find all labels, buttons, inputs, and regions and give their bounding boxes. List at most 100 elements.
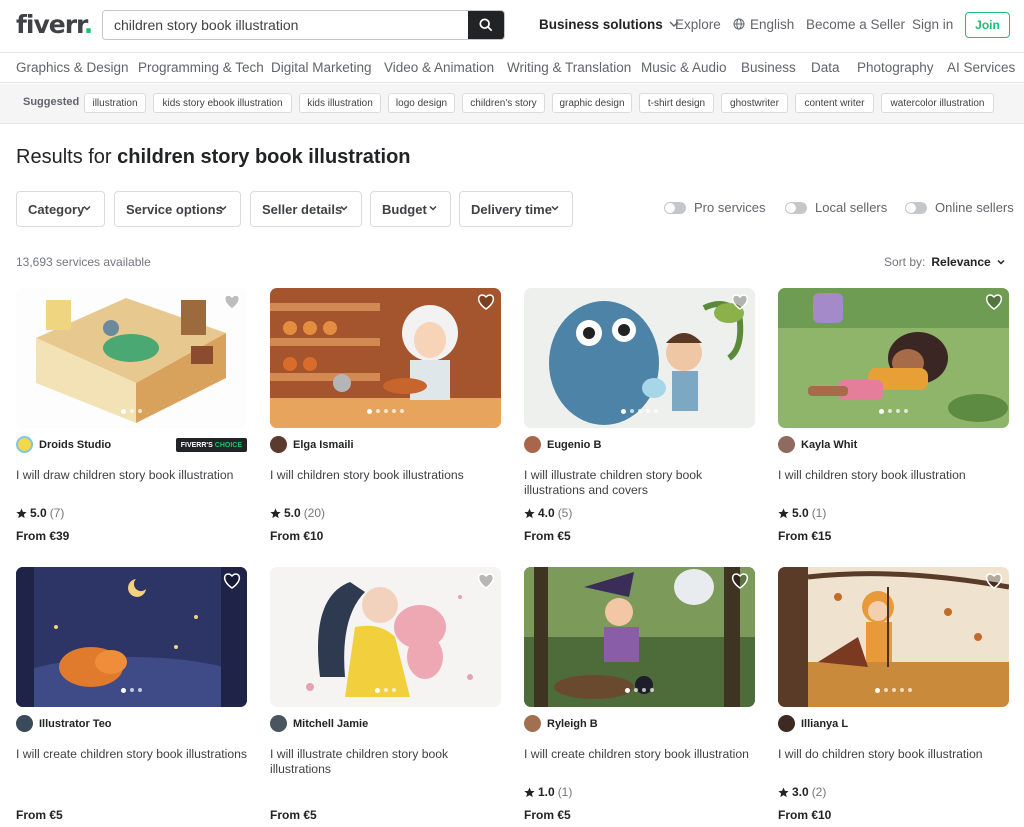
suggested-chip[interactable]: logo design bbox=[388, 93, 455, 113]
become-seller-link[interactable]: Become a Seller bbox=[806, 0, 905, 48]
gig-title[interactable]: I will children story book illustrations bbox=[270, 468, 501, 483]
category-data[interactable]: Data bbox=[811, 60, 840, 75]
suggested-chip[interactable]: graphic design bbox=[552, 93, 632, 113]
seller-info[interactable]: Elga Ismaili bbox=[270, 436, 354, 453]
suggested-chip[interactable]: watercolor illustration bbox=[881, 93, 994, 113]
suggested-chip[interactable]: illustration bbox=[84, 93, 146, 113]
category-music-audio[interactable]: Music & Audio bbox=[641, 60, 727, 75]
seller-info[interactable]: Kayla Whit bbox=[778, 436, 857, 453]
suggested-label: Suggested bbox=[23, 96, 80, 108]
category-graphics-design[interactable]: Graphics & Design bbox=[16, 60, 129, 75]
heart-icon[interactable] bbox=[985, 294, 1003, 310]
toggle-switch[interactable] bbox=[785, 201, 807, 214]
suggested-chip[interactable]: t-shirt design bbox=[639, 93, 714, 113]
avatar bbox=[778, 715, 795, 732]
filter-delivery-time[interactable]: Delivery time bbox=[459, 191, 573, 227]
avatar bbox=[778, 436, 795, 453]
gig-card[interactable]: Droids Studio FIVERR'S CHOICE I will draw… bbox=[16, 288, 247, 543]
gig-card[interactable]: Kayla Whit I will children story book il… bbox=[778, 288, 1009, 543]
toggle-pro-services[interactable]: Pro services bbox=[664, 200, 766, 215]
gig-rating: 5.0 (1) bbox=[778, 506, 826, 520]
seller-info[interactable]: Illustrator Teo bbox=[16, 715, 112, 732]
seller-info[interactable]: Illianya L bbox=[778, 715, 848, 732]
join-button[interactable]: Join bbox=[965, 12, 1010, 38]
heart-icon[interactable] bbox=[477, 294, 495, 310]
gig-image[interactable] bbox=[524, 288, 755, 428]
gig-card[interactable]: Illustrator Teo I will create children s… bbox=[16, 567, 247, 822]
gig-image[interactable] bbox=[270, 567, 501, 707]
seller-info[interactable]: Eugenio B bbox=[524, 436, 601, 453]
carousel-dots[interactable] bbox=[778, 688, 1009, 693]
seller-info[interactable]: Droids Studio bbox=[16, 436, 111, 453]
heart-icon[interactable] bbox=[731, 573, 749, 589]
carousel-dots[interactable] bbox=[524, 409, 755, 414]
gig-title[interactable]: I will children story book illustration bbox=[778, 468, 1009, 483]
gig-price: From €5 bbox=[524, 808, 571, 822]
category-programming-tech[interactable]: Programming & Tech bbox=[138, 60, 264, 75]
heart-icon[interactable] bbox=[731, 294, 749, 310]
filter-service-options[interactable]: Service options bbox=[114, 191, 241, 227]
filter-budget[interactable]: Budget bbox=[370, 191, 451, 227]
toggle-switch[interactable] bbox=[664, 201, 686, 214]
toggle-switch[interactable] bbox=[905, 201, 927, 214]
gig-image[interactable] bbox=[16, 567, 247, 707]
category-ai-services[interactable]: AI Services bbox=[947, 60, 1015, 75]
toggle-online-sellers[interactable]: Online sellers bbox=[905, 200, 1014, 215]
star-icon bbox=[524, 786, 535, 797]
suggested-chip[interactable]: children's story bbox=[462, 93, 545, 113]
category-photography[interactable]: Photography bbox=[857, 60, 934, 75]
gig-title[interactable]: I will do children story book illustrati… bbox=[778, 747, 1009, 762]
search-button[interactable] bbox=[468, 11, 504, 39]
gig-image-art bbox=[270, 567, 501, 707]
suggested-chip[interactable]: ghostwriter bbox=[721, 93, 788, 113]
category-business[interactable]: Business bbox=[741, 60, 796, 75]
gig-card[interactable]: Illianya L I will do children story book… bbox=[778, 567, 1009, 822]
gig-image-art bbox=[524, 288, 755, 428]
gig-card[interactable]: Eugenio B I will illustrate children sto… bbox=[524, 288, 755, 543]
sort-dropdown[interactable]: Sort by: Relevance bbox=[884, 255, 1006, 269]
gig-image[interactable] bbox=[778, 288, 1009, 428]
carousel-dots[interactable] bbox=[16, 688, 247, 693]
suggested-chip[interactable]: kids story ebook illustration bbox=[153, 93, 292, 113]
seller-info[interactable]: Mitchell Jamie bbox=[270, 715, 368, 732]
explore-link[interactable]: Explore bbox=[675, 0, 721, 48]
fiverr-logo[interactable]: fiverr. bbox=[16, 10, 93, 39]
seller-info[interactable]: Ryleigh B bbox=[524, 715, 598, 732]
gig-card[interactable]: Elga Ismaili I will children story book … bbox=[270, 288, 501, 543]
language-selector[interactable]: English bbox=[733, 0, 794, 48]
gig-image[interactable] bbox=[16, 288, 247, 428]
carousel-dots[interactable] bbox=[778, 409, 1009, 414]
heart-icon[interactable] bbox=[477, 573, 495, 589]
filter-seller-details[interactable]: Seller details bbox=[250, 191, 362, 227]
gig-card[interactable]: Mitchell Jamie I will illustrate childre… bbox=[270, 567, 501, 822]
gig-title[interactable]: I will draw children story book illustra… bbox=[16, 468, 247, 483]
carousel-dots[interactable] bbox=[524, 688, 755, 693]
business-solutions-menu[interactable]: Business solutions bbox=[539, 0, 679, 48]
avatar bbox=[16, 715, 33, 732]
gig-image[interactable] bbox=[270, 288, 501, 428]
category-writing-translation[interactable]: Writing & Translation bbox=[507, 60, 631, 75]
gig-title[interactable]: I will create children story book illust… bbox=[16, 747, 247, 762]
search-input[interactable] bbox=[103, 11, 468, 39]
category-video-animation[interactable]: Video & Animation bbox=[384, 60, 494, 75]
gig-title[interactable]: I will create children story book illust… bbox=[524, 747, 755, 762]
gig-image[interactable] bbox=[778, 567, 1009, 707]
gig-price: From €39 bbox=[16, 529, 70, 543]
carousel-dots[interactable] bbox=[270, 688, 501, 693]
heart-icon[interactable] bbox=[223, 573, 241, 589]
heart-icon[interactable] bbox=[223, 294, 241, 310]
carousel-dots[interactable] bbox=[16, 409, 247, 414]
suggested-chip[interactable]: kids illustration bbox=[299, 93, 381, 113]
sign-in-link[interactable]: Sign in bbox=[912, 0, 953, 48]
gig-title[interactable]: I will illustrate children story book il… bbox=[524, 468, 755, 498]
carousel-dots[interactable] bbox=[270, 409, 501, 414]
gig-card[interactable]: Ryleigh B I will create children story b… bbox=[524, 567, 755, 822]
heart-icon[interactable] bbox=[985, 573, 1003, 589]
gig-rating: 4.0 (5) bbox=[524, 506, 572, 520]
suggested-chip[interactable]: content writer bbox=[795, 93, 874, 113]
gig-image[interactable] bbox=[524, 567, 755, 707]
gig-title[interactable]: I will illustrate children story book il… bbox=[270, 747, 501, 777]
filter-category[interactable]: Category bbox=[16, 191, 105, 227]
toggle-local-sellers[interactable]: Local sellers bbox=[785, 200, 887, 215]
category-digital-marketing[interactable]: Digital Marketing bbox=[271, 60, 372, 75]
